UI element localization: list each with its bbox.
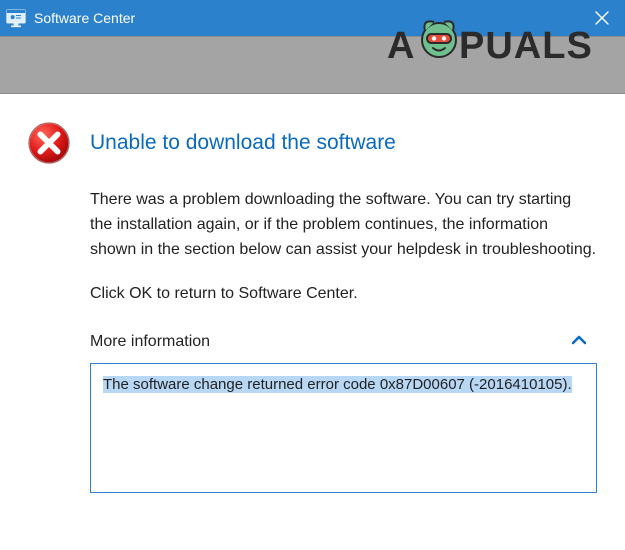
app-icon — [6, 8, 26, 28]
more-info-label: More information — [90, 333, 210, 351]
dialog-content: Unable to download the software There wa… — [0, 94, 625, 513]
close-button[interactable] — [579, 0, 625, 36]
dialog-paragraph-2: Click OK to return to Software Center. — [90, 282, 597, 307]
more-info-toggle[interactable]: More information — [90, 333, 597, 351]
window-title: Software Center — [34, 10, 135, 26]
close-icon — [595, 11, 609, 25]
toolbar-band — [0, 36, 625, 94]
details-box[interactable]: The software change returned error code … — [90, 363, 597, 493]
error-details-text: The software change returned error code … — [103, 376, 572, 393]
dialog-paragraph-1: There was a problem downloading the soft… — [90, 188, 597, 262]
dialog-body: There was a problem downloading the soft… — [90, 188, 597, 307]
titlebar: Software Center — [0, 0, 625, 36]
dialog-heading: Unable to download the software — [90, 131, 396, 155]
error-icon — [26, 120, 72, 166]
header-row: Unable to download the software — [26, 120, 597, 166]
chevron-up-icon — [571, 333, 587, 351]
